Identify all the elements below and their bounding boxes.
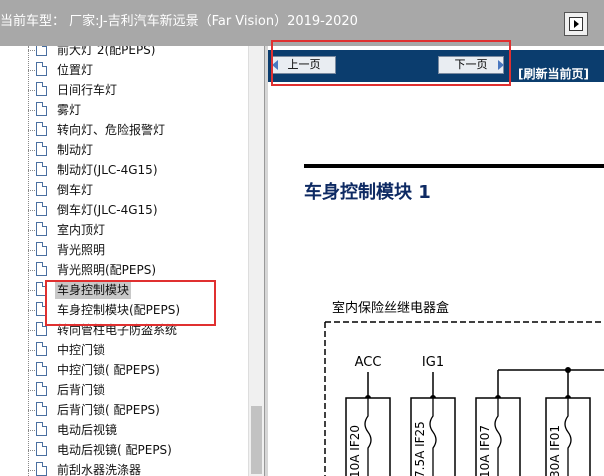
topic-tree: 前大灯 2(配PEPS) 位置灯日间行车灯雾灯转向灯、危险报警灯 制动灯制动灯(JL…	[0, 46, 248, 476]
tree-item[interactable]: 转向灯、危险报警灯	[28, 120, 248, 140]
document-icon	[36, 46, 47, 56]
document-icon	[36, 442, 47, 456]
document-icon	[36, 222, 47, 236]
document-icon	[36, 122, 47, 136]
tree-item[interactable]: 制动灯(JLC-4G15)	[28, 160, 248, 180]
tree-item-label: 制动灯	[57, 143, 94, 157]
document-icon	[36, 322, 47, 336]
tree-item-label: 转向管柱电子防盗系统	[57, 323, 178, 337]
document-title: 车身控制模块 1	[304, 182, 431, 203]
document-icon	[36, 82, 47, 96]
tree-item[interactable]: 日间行车灯	[28, 80, 248, 100]
top-bar: 当前车型： 厂家:J-吉利汽车新远景（Far Vision）2019-2020	[0, 0, 604, 46]
tree-item-label: 后背门锁( 配PEPS)	[57, 403, 160, 417]
tree-item[interactable]: 车身控制模块(配PEPS)	[28, 300, 248, 320]
page-nav-bar: 上一页 下一页 [刷新当前页]	[268, 50, 604, 82]
tree-item-label: 倒车灯	[57, 183, 94, 197]
tree-item[interactable]: 制动灯	[28, 140, 248, 160]
tree-item-label: 位置灯	[57, 63, 94, 77]
document-icon	[36, 182, 47, 196]
document-icon	[36, 362, 47, 376]
tree-item[interactable]: 位置灯	[28, 60, 248, 80]
right-arrow-icon	[498, 60, 504, 70]
tree-item[interactable]: 前大灯 2(配PEPS)	[28, 46, 248, 60]
document-icon	[36, 302, 47, 316]
tree-item-label: 背光照明	[57, 243, 106, 257]
next-page-button[interactable]: 下一页	[438, 56, 504, 74]
tree-item[interactable]: 中控门锁	[28, 340, 248, 360]
tree-item-label: 前刮水器洗涤器	[57, 463, 142, 476]
left-arrow-icon	[272, 60, 278, 70]
tree-item[interactable]: 倒车灯	[28, 180, 248, 200]
document-icon	[36, 162, 47, 176]
tree-item-label: 转向灯、危险报警灯	[57, 123, 166, 137]
tree-item-label: 车身控制模块	[55, 281, 132, 299]
terminal-label: ACC	[355, 355, 382, 370]
document-icon	[36, 462, 47, 476]
tree-item-label: 车身控制模块(配PEPS)	[57, 303, 181, 317]
terminal-label: IG1	[422, 355, 444, 370]
fuse-label: 10A IF20	[348, 425, 362, 476]
fuse-label: 7.5A IF25	[413, 421, 427, 476]
previous-page-button[interactable]: 上一页	[272, 56, 336, 74]
tree-item-label: 中控门锁( 配PEPS)	[57, 363, 160, 377]
document-icon	[36, 262, 47, 276]
tree-item[interactable]: 背光照明(配PEPS)	[28, 260, 248, 280]
expand-panel-button[interactable]	[564, 12, 588, 36]
tree-item[interactable]: 雾灯	[28, 100, 248, 120]
tree-item-label: 后背门锁	[57, 383, 106, 397]
tree-item-label: 倒车灯(JLC-4G15)	[57, 203, 158, 217]
tree-item[interactable]: 前刮水器洗涤器	[28, 460, 248, 476]
document-icon	[36, 62, 47, 76]
tree-item[interactable]: 后背门锁	[28, 380, 248, 400]
current-vehicle-title: 当前车型： 厂家:J-吉利汽车新远景（Far Vision）2019-2020	[0, 14, 358, 29]
document-pane: 上一页 下一页 [刷新当前页] 车身控制模块 1 室内保险丝继电器盒 ACC IG…	[268, 46, 604, 476]
tree-item-label: 电动后视镜	[57, 423, 118, 437]
document-icon	[36, 282, 47, 296]
tree-scrollbar[interactable]	[248, 46, 264, 476]
tree-item-label: 电动后视镜( 配PEPS)	[57, 443, 172, 457]
document-icon	[36, 242, 47, 256]
junction-dot	[565, 367, 571, 373]
tree-item-label: 雾灯	[57, 103, 82, 117]
tree-item[interactable]: 转向管柱电子防盗系统	[28, 320, 248, 340]
fuse-label: 10A IF07	[478, 425, 492, 476]
document-icon	[36, 102, 47, 116]
tree-item-label: 制动灯(JLC-4G15)	[57, 163, 158, 177]
tree-item[interactable]: 电动后视镜	[28, 420, 248, 440]
expand-icon	[569, 17, 583, 31]
tree-item[interactable]: 倒车灯(JLC-4G15)	[28, 200, 248, 220]
document-icon	[36, 402, 47, 416]
tree-item[interactable]: 室内顶灯	[28, 220, 248, 240]
tree-item[interactable]: 背光照明	[28, 240, 248, 260]
document-icon	[36, 382, 47, 396]
tree-item-label: 前大灯 2(配PEPS)	[57, 46, 156, 57]
next-page-label: 下一页	[454, 58, 488, 71]
document-icon	[36, 422, 47, 436]
tree-item[interactable]: 后背门锁( 配PEPS)	[28, 400, 248, 420]
tree-item-label: 中控门锁	[57, 343, 106, 357]
scrollbar-thumb[interactable]	[251, 406, 262, 474]
wiring-diagram: ACC IG1 10A IF20 7.5A IF25 10A IF07 30A IF01	[324, 321, 604, 476]
title-rule	[304, 164, 604, 168]
tree-item[interactable]: 车身控制模块	[28, 280, 248, 300]
tree-item-label: 日间行车灯	[57, 83, 118, 97]
refresh-page-link[interactable]: [刷新当前页]	[518, 65, 589, 82]
document-icon	[36, 342, 47, 356]
tree-item[interactable]: 中控门锁( 配PEPS)	[28, 360, 248, 380]
document-icon	[36, 202, 47, 216]
tree-item-label: 室内顶灯	[57, 223, 106, 237]
tree-item[interactable]: 电动后视镜( 配PEPS)	[28, 440, 248, 460]
fuse-label: 30A IF01	[548, 425, 562, 476]
previous-page-label: 上一页	[287, 58, 321, 71]
tree-item-label: 背光照明(配PEPS)	[57, 263, 157, 277]
document-icon	[36, 142, 47, 156]
